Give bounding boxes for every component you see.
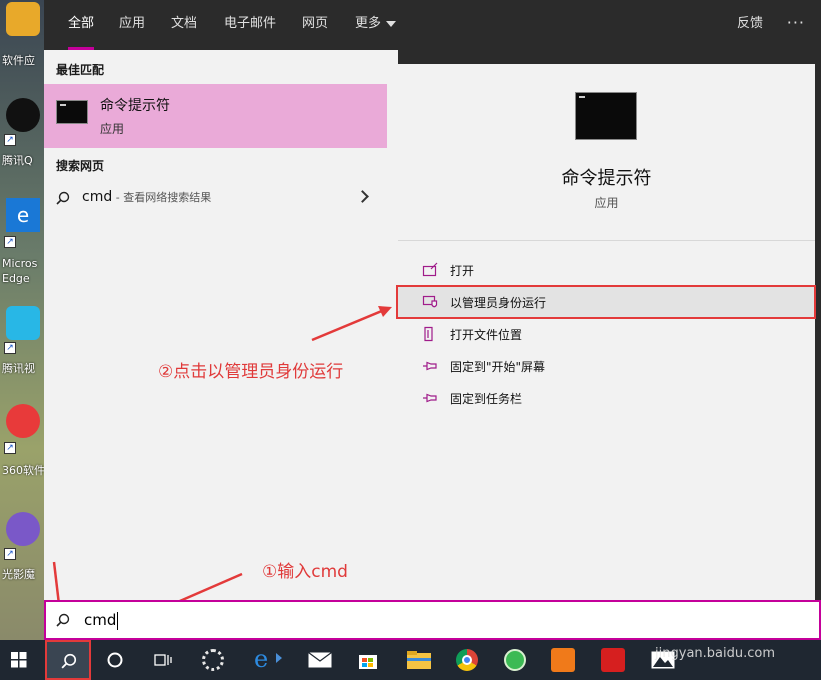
- cortana-button[interactable]: [92, 640, 138, 680]
- annotation-step2: ②点击以管理员身份运行: [158, 362, 344, 382]
- software-app-icon: [6, 2, 40, 36]
- task-view-icon: [154, 654, 172, 666]
- tab-email[interactable]: 电子邮件: [224, 0, 276, 50]
- tencent-video-icon: [6, 306, 40, 340]
- search-box[interactable]: cmd: [44, 600, 821, 640]
- green-app-icon: [504, 649, 526, 671]
- command-prompt-large-icon: [575, 92, 637, 140]
- action-label: 打开文件位置: [450, 328, 523, 342]
- file-location-icon: [424, 326, 433, 342]
- highlight-box-run-as-admin: [396, 285, 816, 319]
- mail-icon: [308, 652, 332, 668]
- internet-explorer-icon: e: [254, 645, 269, 673]
- folder-icon: [407, 651, 431, 669]
- command-prompt-icon: [56, 100, 88, 124]
- flower-app-icon: [202, 649, 224, 671]
- search-icon: [61, 653, 77, 669]
- tab-documents[interactable]: 文档: [171, 0, 197, 50]
- search-value: cmd: [84, 611, 117, 629]
- tab-all[interactable]: 全部: [68, 0, 95, 50]
- taskbar-search-button[interactable]: [45, 640, 91, 680]
- desktop-icon-label: 腾讯Q: [2, 154, 33, 167]
- tab-more-label: 更多: [355, 16, 382, 31]
- shortcut-arrow-icon: ↗: [4, 442, 16, 454]
- divider: [398, 240, 815, 241]
- web-search-heading: 搜索网页: [56, 159, 105, 173]
- search-filter-tabs: 全部 应用 文档 电子邮件 网页 更多 反馈 ···: [44, 0, 821, 50]
- pin-icon: [423, 393, 437, 403]
- best-match-heading: 最佳匹配: [56, 63, 105, 77]
- preview-pane: 命令提示符 应用 打开 以管理员身份运行 打开文件位置 固定到"开始"屏幕 固定…: [398, 50, 821, 600]
- search-icon: [56, 191, 70, 205]
- task-view-button[interactable]: [140, 640, 186, 680]
- action-label: 打开: [450, 264, 475, 278]
- preview-subtitle: 应用: [594, 196, 619, 210]
- action-label: 固定到任务栏: [450, 392, 523, 406]
- action-label: 固定到"开始"屏幕: [450, 360, 546, 374]
- web-search-result[interactable]: cmd - 查看网络搜索结果: [44, 180, 387, 216]
- pin-icon: [423, 361, 437, 371]
- taskbar-app-green[interactable]: [492, 640, 538, 680]
- best-match-result[interactable]: 命令提示符 应用: [44, 84, 387, 148]
- desktop-background: 软件应 ↗ 腾讯Q e ↗ Micros Edge ↗ 腾讯视 ↗ 360软件 …: [0, 0, 45, 640]
- preview-title: 命令提示符: [561, 168, 652, 189]
- taskbar-mail[interactable]: [298, 640, 344, 680]
- chevron-right-icon: [276, 653, 282, 663]
- chevron-right-icon[interactable]: [356, 190, 369, 203]
- desktop-icon-label: 腾讯视: [2, 362, 35, 375]
- taskbar-store[interactable]: [346, 640, 392, 680]
- shortcut-arrow-icon: ↗: [4, 342, 16, 354]
- shortcut-arrow-icon: ↗: [4, 134, 16, 146]
- action-open[interactable]: 打开: [398, 254, 815, 286]
- action-pin-to-taskbar[interactable]: 固定到任务栏: [398, 382, 815, 414]
- action-pin-to-start[interactable]: 固定到"开始"屏幕: [398, 350, 815, 382]
- dictionary-app-icon: [601, 648, 625, 672]
- result-type: 应用: [100, 122, 125, 136]
- search-input[interactable]: cmd: [84, 611, 119, 630]
- shortcut-arrow-icon: ↗: [4, 548, 16, 560]
- start-button[interactable]: [0, 640, 46, 680]
- arrow-to-admin-annotation: [311, 306, 392, 342]
- open-icon: [422, 262, 438, 277]
- desktop-icon-label: 软件应: [2, 54, 35, 67]
- shortcut-arrow-icon: ↗: [4, 236, 16, 248]
- chrome-center: [462, 655, 472, 665]
- 360-software-icon: [6, 404, 40, 438]
- web-result-text: cmd - 查看网络搜索结果: [82, 189, 211, 205]
- qq-penguin-icon: [6, 98, 40, 132]
- cortana-circle-icon: [107, 652, 123, 668]
- web-query: cmd: [82, 189, 113, 205]
- desktop-icon-label: 光影魔: [2, 568, 35, 581]
- taskbar-app-1[interactable]: [190, 640, 236, 680]
- taskbar-youdao[interactable]: [590, 640, 636, 680]
- annotation-step1: ①输入cmd: [262, 562, 348, 582]
- desktop-icon-label: Micros Edge: [2, 257, 38, 285]
- text-cursor: [117, 611, 119, 630]
- taskbar-file-explorer[interactable]: [396, 640, 442, 680]
- taskbar-chrome[interactable]: [444, 640, 490, 680]
- tab-apps[interactable]: 应用: [119, 0, 145, 50]
- taskbar-pdf[interactable]: [540, 640, 586, 680]
- store-icon: [359, 655, 377, 669]
- search-icon: [56, 613, 70, 627]
- chevron-down-icon: [386, 20, 397, 27]
- feedback-button[interactable]: 反馈: [737, 0, 763, 48]
- windows-logo-icon: [11, 652, 27, 668]
- chrome-icon: [456, 649, 478, 671]
- tab-more[interactable]: 更多: [355, 0, 397, 50]
- desktop-icon-label: 360软件: [2, 464, 45, 477]
- ellipsis-icon[interactable]: ···: [787, 0, 805, 46]
- result-name: 命令提示符: [100, 98, 170, 114]
- taskbar-ie[interactable]: e: [242, 640, 288, 680]
- edge-icon: e: [6, 198, 40, 232]
- action-open-file-location[interactable]: 打开文件位置: [398, 318, 815, 350]
- tab-web[interactable]: 网页: [302, 0, 328, 50]
- preview-card: 命令提示符 应用 打开 以管理员身份运行 打开文件位置 固定到"开始"屏幕 固定…: [398, 64, 815, 600]
- photo-editor-icon: [6, 512, 40, 546]
- pdf-app-icon: [551, 648, 575, 672]
- watermark: jingyan.baidu.com: [655, 646, 775, 661]
- web-description: - 查看网络搜索结果: [112, 191, 212, 204]
